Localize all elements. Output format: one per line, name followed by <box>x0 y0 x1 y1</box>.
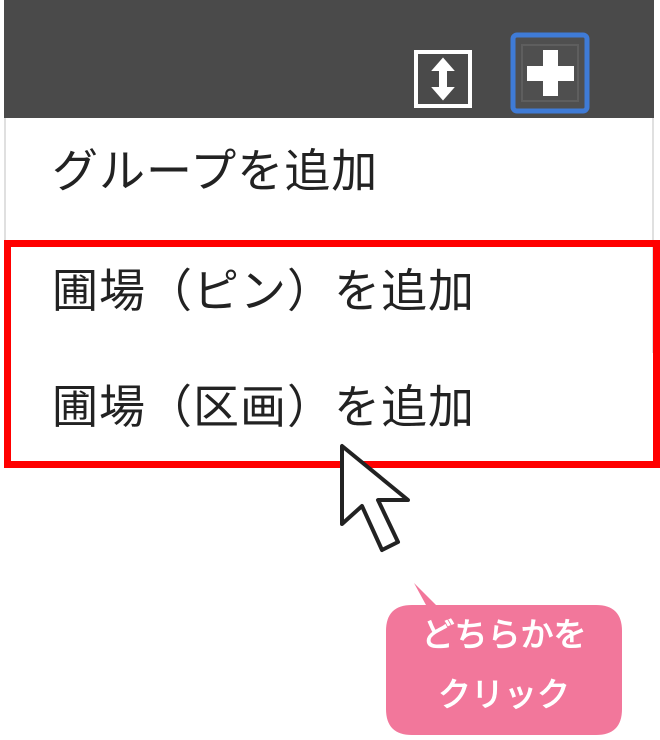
cursor-arrow-icon <box>340 444 410 552</box>
expand-vertical-icon[interactable] <box>414 48 472 110</box>
callout-line-2: クリック <box>438 675 570 714</box>
menu-item-add-field-area[interactable]: 圃場（区画）を追加 <box>52 384 475 430</box>
toolbar <box>4 0 654 118</box>
menu-item-add-field-pin[interactable]: 圃場（ピン）を追加 <box>52 268 475 314</box>
callout-text: どちらかを クリック <box>386 605 622 725</box>
plus-button[interactable] <box>510 32 590 114</box>
menu-item-add-group[interactable]: グループを追加 <box>52 148 378 194</box>
callout-line-1: どちらかを <box>421 615 587 654</box>
